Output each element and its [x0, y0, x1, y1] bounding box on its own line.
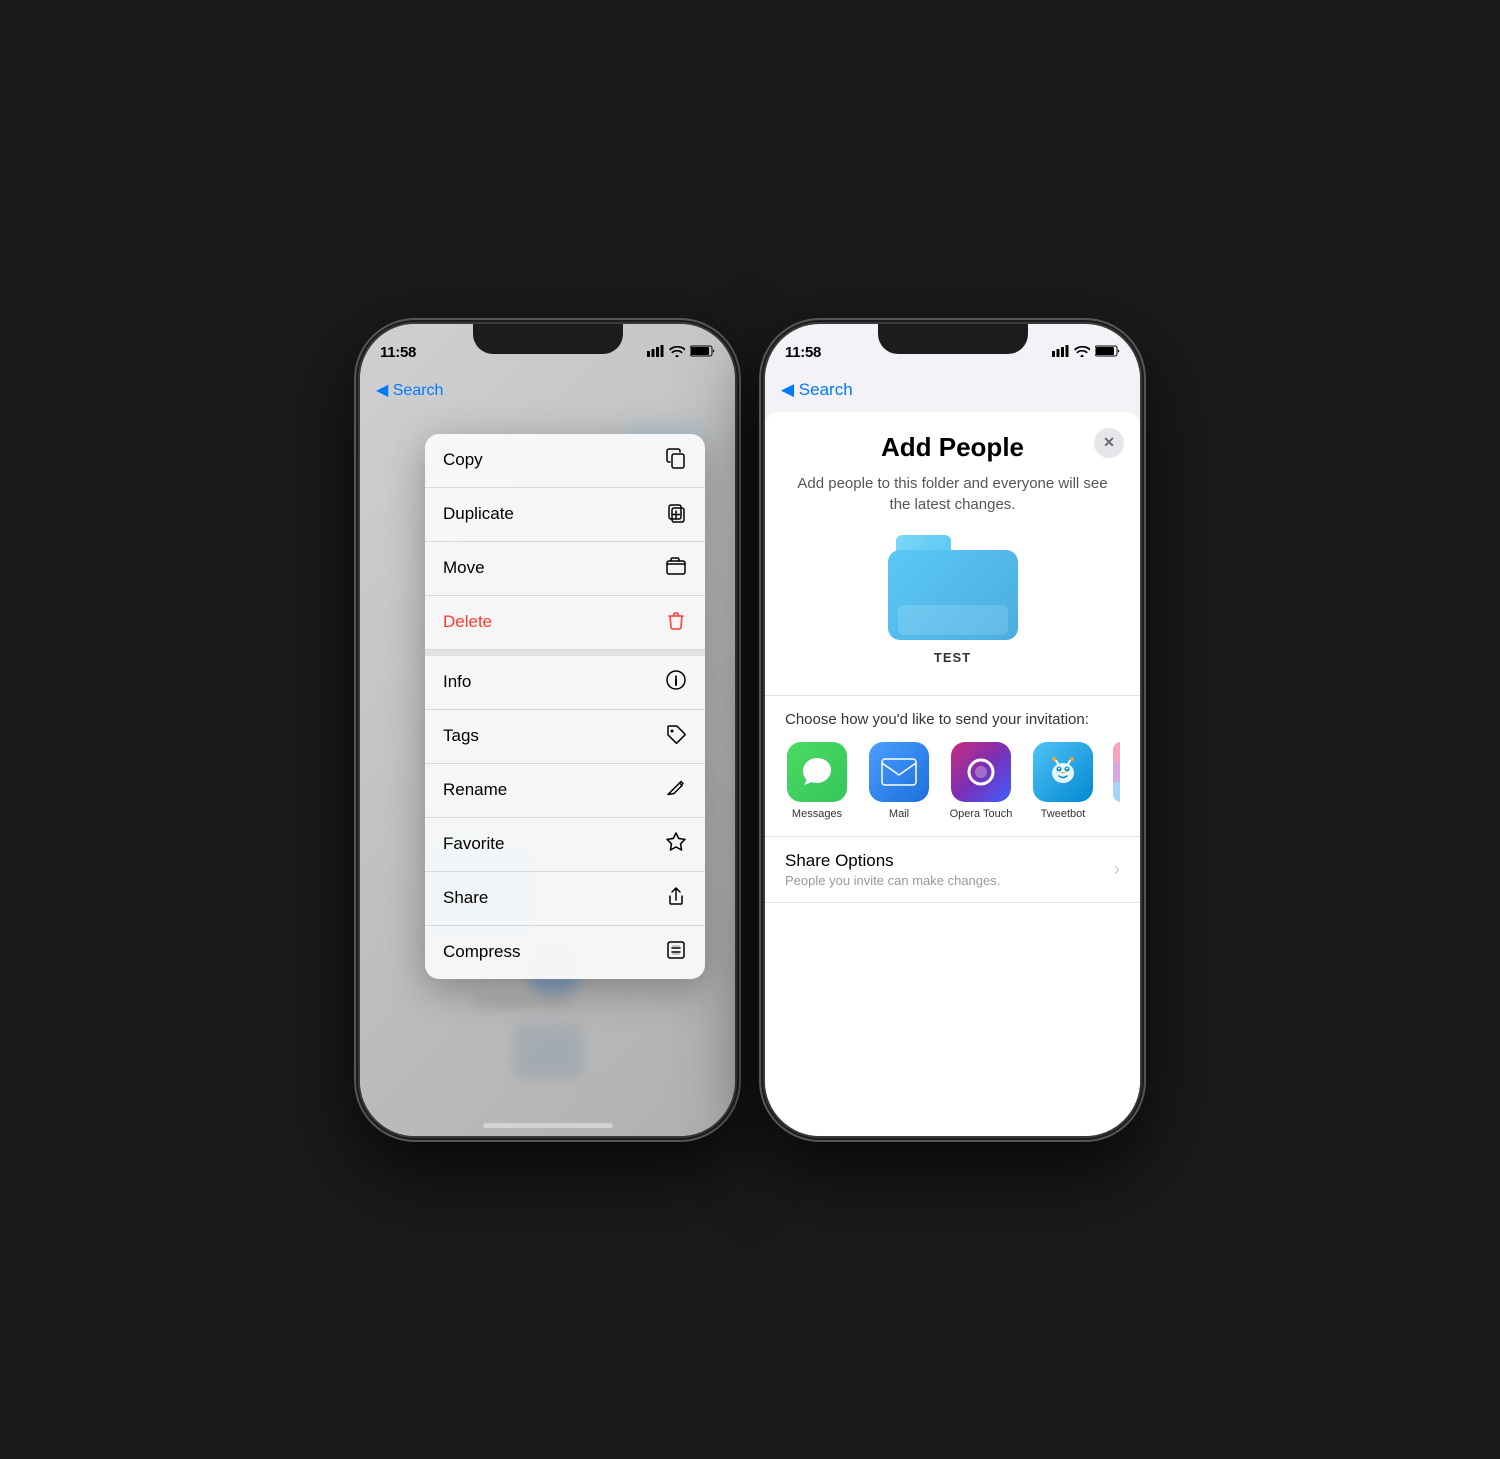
share-options-title: Share Options [785, 851, 1000, 871]
time-right: 11:58 [785, 344, 821, 361]
app-item-more[interactable] [1113, 742, 1120, 820]
share-options-row[interactable]: Share Options People you invite can make… [765, 836, 1140, 903]
battery-icon-right [1095, 345, 1120, 360]
menu-item-copy-label: Copy [443, 450, 483, 470]
app-row: Messages Mail [785, 742, 1120, 820]
mail-icon [869, 742, 929, 802]
phone-right: 11:58 ◀ Search [765, 324, 1140, 1136]
menu-item-duplicate-label: Duplicate [443, 504, 514, 524]
sheet-header: ✕ Add People Add people to this folder a… [765, 412, 1140, 695]
menu-item-duplicate[interactable]: Duplicate [425, 488, 705, 542]
add-people-sheet: ✕ Add People Add people to this folder a… [765, 412, 1140, 1136]
opera-label: Opera Touch [950, 808, 1013, 820]
menu-item-tags[interactable]: Tags [425, 710, 705, 764]
app-item-mail[interactable]: Mail [867, 742, 931, 820]
more-icon [1113, 742, 1120, 802]
status-icons-right [1052, 345, 1120, 360]
blur-text-1 [473, 998, 573, 1006]
folder-body [888, 550, 1018, 640]
menu-item-delete-label: Delete [443, 612, 492, 632]
invite-section: Choose how you'd like to send your invit… [765, 695, 1140, 836]
share-options-subtitle: People you invite can make changes. [785, 873, 1000, 888]
battery-icon-left [690, 345, 715, 360]
nav-left: ◀ Search [360, 368, 735, 412]
opera-touch-icon [951, 742, 1011, 802]
signal-icon-left [647, 345, 664, 360]
app-item-opera[interactable]: Opera Touch [949, 742, 1013, 820]
signal-icon-right [1052, 345, 1069, 360]
mail-label: Mail [889, 808, 909, 820]
menu-item-info-label: Info [443, 672, 471, 692]
sheet-subtitle: Add people to this folder and everyone w… [785, 473, 1120, 515]
pencil-icon [665, 777, 687, 804]
messages-label: Messages [792, 808, 842, 820]
menu-item-favorite-label: Favorite [443, 834, 504, 854]
app-item-tweetbot[interactable]: Tweetbot [1031, 742, 1095, 820]
app-item-messages[interactable]: Messages [785, 742, 849, 820]
menu-item-favorite[interactable]: Favorite [425, 818, 705, 872]
menu-item-move-label: Move [443, 558, 485, 578]
menu-item-copy[interactable]: Copy [425, 434, 705, 488]
phone-right-screen: 11:58 ◀ Search [765, 324, 1140, 1136]
menu-item-rename-label: Rename [443, 780, 507, 800]
nav-right: ◀ Search [765, 368, 1140, 412]
copy-icon [665, 447, 687, 474]
menu-item-move[interactable]: Move [425, 542, 705, 596]
share-options-text: Share Options People you invite can make… [785, 851, 1000, 888]
chevron-right-icon: › [1114, 859, 1120, 880]
invite-label: Choose how you'd like to send your invit… [785, 711, 1120, 728]
big-folder [888, 535, 1018, 640]
wifi-icon-right [1074, 345, 1090, 360]
folder-container: TEST [785, 535, 1120, 665]
back-button-right[interactable]: ◀ Search [781, 380, 853, 400]
close-button[interactable]: ✕ [1094, 428, 1124, 458]
move-icon [665, 555, 687, 582]
share-icon [665, 885, 687, 912]
star-icon [665, 831, 687, 858]
menu-item-tags-label: Tags [443, 726, 479, 746]
menu-item-delete[interactable]: Delete [425, 596, 705, 650]
menu-item-share[interactable]: Share [425, 872, 705, 926]
tweetbot-icon [1033, 742, 1093, 802]
compress-icon [665, 939, 687, 966]
notch-right [878, 324, 1028, 354]
phone-left-screen: 11:58 ◀ Search [360, 324, 735, 1136]
duplicate-icon [665, 501, 687, 528]
scene: 11:58 ◀ Search [320, 284, 1180, 1176]
menu-item-rename[interactable]: Rename [425, 764, 705, 818]
time-left: 11:58 [380, 344, 416, 361]
folder-name: TEST [934, 650, 971, 665]
back-button-left[interactable]: ◀ Search [376, 380, 443, 400]
info-icon [665, 669, 687, 696]
notch-left [473, 324, 623, 354]
trash-icon [665, 609, 687, 636]
messages-icon [787, 742, 847, 802]
home-indicator-left [483, 1123, 613, 1128]
context-menu: Copy Duplicate Move [425, 434, 705, 979]
menu-item-share-label: Share [443, 888, 488, 908]
menu-item-compress-label: Compress [443, 942, 520, 962]
blur-item-3 [513, 1024, 583, 1079]
menu-item-compress[interactable]: Compress [425, 926, 705, 979]
tag-icon [665, 723, 687, 750]
sheet-title: Add People [785, 432, 1120, 463]
phone-left: 11:58 ◀ Search [360, 324, 735, 1136]
wifi-icon-left [669, 345, 685, 360]
tweetbot-label: Tweetbot [1041, 808, 1086, 820]
status-icons-left [647, 345, 715, 360]
menu-item-info[interactable]: Info [425, 650, 705, 710]
